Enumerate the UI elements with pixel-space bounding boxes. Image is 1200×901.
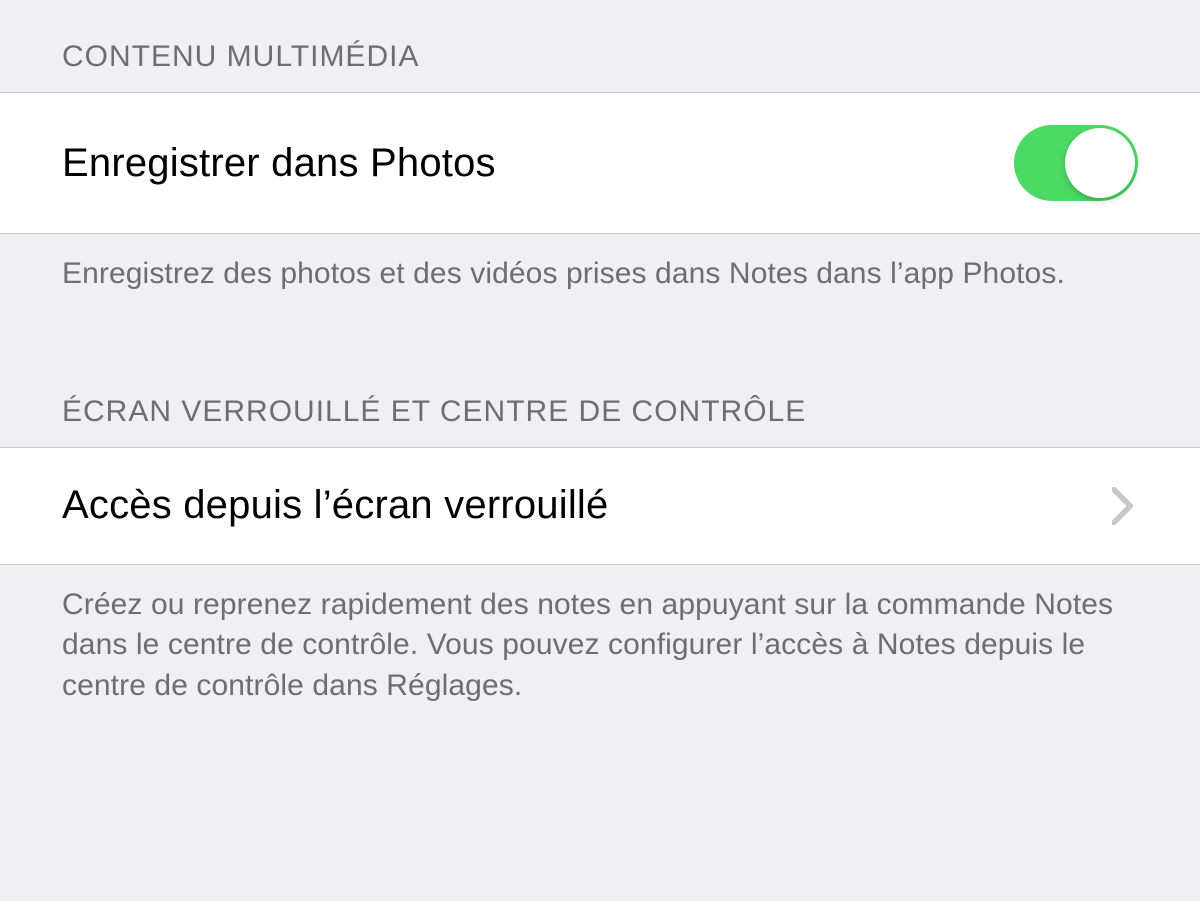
save-to-photos-toggle[interactable] xyxy=(1014,125,1138,201)
row-label-access-from-lockscreen: Accès depuis l’écran verrouillé xyxy=(62,483,608,528)
section-footer-lockscreen: Créez ou reprenez rapidement des notes e… xyxy=(0,565,1200,707)
chevron-right-icon xyxy=(1112,487,1134,525)
section-header-lockscreen: ÉCRAN VERROUILLÉ ET CENTRE DE CONTRÔLE xyxy=(0,355,1200,447)
section-header-media: CONTENU MULTIMÉDIA xyxy=(0,0,1200,92)
section-footer-media: Enregistrez des photos et des vidéos pri… xyxy=(0,234,1200,295)
settings-list: CONTENU MULTIMÉDIA Enregistrer dans Phot… xyxy=(0,0,1200,706)
row-label-save-to-photos: Enregistrer dans Photos xyxy=(62,141,496,186)
section-gap xyxy=(0,295,1200,355)
row-access-from-lockscreen[interactable]: Accès depuis l’écran verrouillé xyxy=(0,447,1200,565)
toggle-knob xyxy=(1065,128,1135,198)
row-save-to-photos[interactable]: Enregistrer dans Photos xyxy=(0,92,1200,234)
